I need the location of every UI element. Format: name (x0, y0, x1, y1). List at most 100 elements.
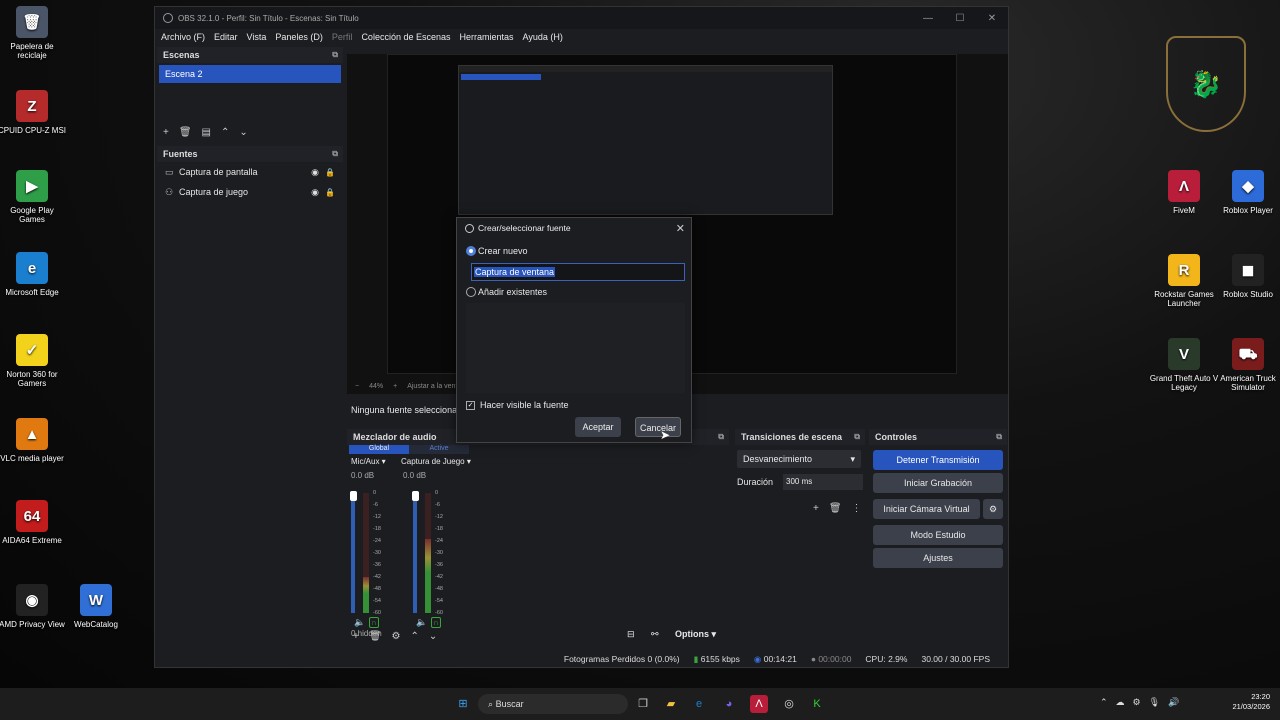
desktop-icon[interactable]: 🗑 Papelera de reciclaje (0, 6, 67, 60)
undock-icon[interactable]: ⧉ (718, 432, 724, 442)
desktop-icon[interactable]: W WebCatalog (61, 584, 131, 629)
menu-archivo[interactable]: Archivo (F) (161, 32, 205, 42)
cancel-button[interactable]: Cancelar (635, 417, 681, 437)
desktop-icon[interactable]: ◉ AMD Privacy View (0, 584, 67, 629)
undock-icon[interactable]: ⧉ (996, 432, 1002, 442)
desktop-icon[interactable]: Z CPUID CPU-Z MSI (0, 90, 67, 135)
layout-icon[interactable]: ⊟ (627, 629, 635, 640)
move-up-icon[interactable]: ⌃ (411, 631, 419, 642)
start-recording-button[interactable]: Iniciar Grabación (873, 473, 1003, 493)
system-tray-icons[interactable]: ⌃☁⚙🎙🔊 (1100, 697, 1187, 708)
move-up-icon[interactable]: ⌃ (221, 127, 229, 138)
frames-dropped: Fotogramas Perdidos 0 (0.0%) (563, 654, 680, 664)
transition-select[interactable]: Desvanecimiento ▾ (737, 450, 861, 468)
kick-icon[interactable]: K (808, 695, 826, 713)
audio-level-meter-bg (425, 493, 431, 539)
stream-time: ◉ 00:14:21 (753, 653, 797, 664)
desktop-icon[interactable]: ▲ VLC media player (0, 418, 67, 463)
desktop-icon[interactable]: Λ FiveM (1149, 170, 1219, 215)
fit-window-label[interactable]: Ajustar a la venta (407, 383, 461, 390)
meter-scale-label: -24 (435, 538, 443, 544)
desktop-icon-label: Google Play Games (10, 206, 54, 224)
undock-icon[interactable]: ⧉ (854, 432, 860, 442)
zoom-in-icon[interactable]: + (393, 383, 397, 390)
desktop-icon[interactable]: ◆ Roblox Player (1213, 170, 1280, 215)
tab-global[interactable]: Global (349, 445, 409, 454)
menu-vista[interactable]: Vista (247, 32, 267, 42)
discord-icon[interactable]: ◕ (720, 695, 738, 713)
menu-perfil[interactable]: Perfil (332, 32, 353, 42)
gear-icon[interactable]: ⚙ (392, 631, 401, 642)
mixer-channel-name: Captura de Juego ▾ (401, 457, 471, 466)
move-down-icon[interactable]: ⌄ (239, 127, 247, 138)
existing-sources-list[interactable] (466, 303, 685, 393)
add-scene-icon[interactable]: + (163, 127, 169, 138)
taskbar-search[interactable]: ⌕ Buscar (478, 694, 628, 714)
filter-icon[interactable]: ▤ (202, 127, 211, 138)
menu-editar[interactable]: Editar (214, 32, 238, 42)
desktop-icon[interactable]: ▶ Google Play Games (0, 170, 67, 224)
menu-coleccion[interactable]: Colección de Escenas (361, 32, 450, 42)
file-explorer-icon[interactable]: ▰ (662, 695, 680, 713)
lock-icon[interactable]: 🔒 (325, 168, 335, 177)
volume-knob[interactable] (411, 491, 419, 501)
source-row[interactable]: ⚇ Captura de juego ◉ 🔒 (157, 182, 343, 202)
source-name-input[interactable]: Captura de ventana (471, 263, 685, 281)
desktop-icon[interactable]: V Grand Theft Auto V Legacy (1149, 338, 1219, 392)
source-name: Captura de pantalla (179, 167, 258, 177)
add-existing-radio[interactable]: Añadir existentes (466, 287, 547, 297)
tab-active[interactable]: Active (409, 445, 469, 454)
fivem-taskbar-icon[interactable]: Λ (750, 695, 768, 713)
undock-icon[interactable]: ⧉ (332, 149, 338, 159)
menu-ayuda[interactable]: Ayuda (H) (523, 32, 563, 42)
edge-taskbar-icon[interactable]: e (690, 695, 708, 713)
task-view-icon[interactable]: ❐ (634, 695, 652, 713)
obs-taskbar-icon[interactable]: ◎ (780, 695, 798, 713)
settings-button[interactable]: Ajustes (873, 548, 1003, 568)
eye-icon[interactable]: ◉ (311, 167, 319, 178)
windows-start-icon[interactable]: ⊞ (454, 695, 472, 713)
create-new-radio[interactable]: Crear nuevo (466, 246, 528, 256)
desktop-icon[interactable]: R Rockstar Games Launcher (1149, 254, 1219, 308)
desktop-icon-label: Rockstar Games Launcher (1154, 290, 1214, 308)
close-icon[interactable]: ✕ (676, 222, 685, 235)
eye-icon[interactable]: ◉ (311, 187, 319, 198)
menu-paneles[interactable]: Paneles (D) (275, 32, 323, 42)
accept-button[interactable]: Aceptar (575, 417, 621, 437)
volume-knob[interactable] (349, 491, 357, 501)
scene-item[interactable]: Escena 2 (159, 65, 341, 83)
zoom-level: 44% (369, 382, 384, 390)
meter-scale-label: -42 (373, 574, 381, 580)
make-visible-checkbox[interactable]: ✓ Hacer visible la fuente (466, 400, 569, 410)
duration-input[interactable]: 300 ms (783, 474, 863, 490)
volume-slider[interactable] (413, 493, 417, 613)
delete-scene-icon[interactable]: 🗑 (179, 127, 192, 138)
volume-slider[interactable] (351, 493, 355, 613)
signal-icon: ▮ (693, 653, 699, 664)
zoom-out-icon[interactable]: − (355, 383, 359, 390)
desktop-icon[interactable]: ✓ Norton 360 for Gamers (0, 334, 67, 388)
desktop-icon[interactable]: 64 AIDA64 Extreme (0, 500, 67, 545)
desktop-icon[interactable]: e Microsoft Edge (0, 252, 67, 297)
desktop-icon[interactable]: ◼ Roblox Studio (1213, 254, 1280, 299)
close-button[interactable]: ✕ (976, 13, 1008, 24)
desktop-icon[interactable]: ⛟ American Truck Simulator (1213, 338, 1280, 392)
stop-stream-button[interactable]: Detener Transmisión (873, 450, 1003, 470)
delete-transition-icon[interactable]: 🗑 (829, 503, 842, 514)
minimize-button[interactable]: — (912, 13, 944, 24)
link-icon[interactable]: ⚯ (651, 629, 659, 640)
move-down-icon[interactable]: ⌄ (429, 631, 437, 642)
source-row[interactable]: ▭ Captura de pantalla ◉ 🔒 (157, 162, 343, 182)
menu-herramientas[interactable]: Herramientas (460, 32, 514, 42)
undock-icon[interactable]: ⧉ (332, 50, 338, 60)
studio-mode-button[interactable]: Modo Estudio (873, 525, 1003, 545)
lock-icon[interactable]: 🔒 (325, 188, 335, 197)
add-transition-icon[interactable]: + (813, 503, 819, 514)
options-dropdown[interactable]: Options ▾ (675, 629, 716, 640)
roblox-player-icon: ◆ (1232, 170, 1264, 202)
virtual-camera-button[interactable]: Iniciar Cámara Virtual (873, 499, 980, 519)
more-icon[interactable]: ⋮ (852, 503, 862, 514)
clock[interactable]: 23:20 21/03/2026 (1232, 692, 1270, 712)
gear-icon[interactable]: ⚙ (983, 499, 1003, 519)
maximize-button[interactable]: ☐ (944, 13, 976, 24)
